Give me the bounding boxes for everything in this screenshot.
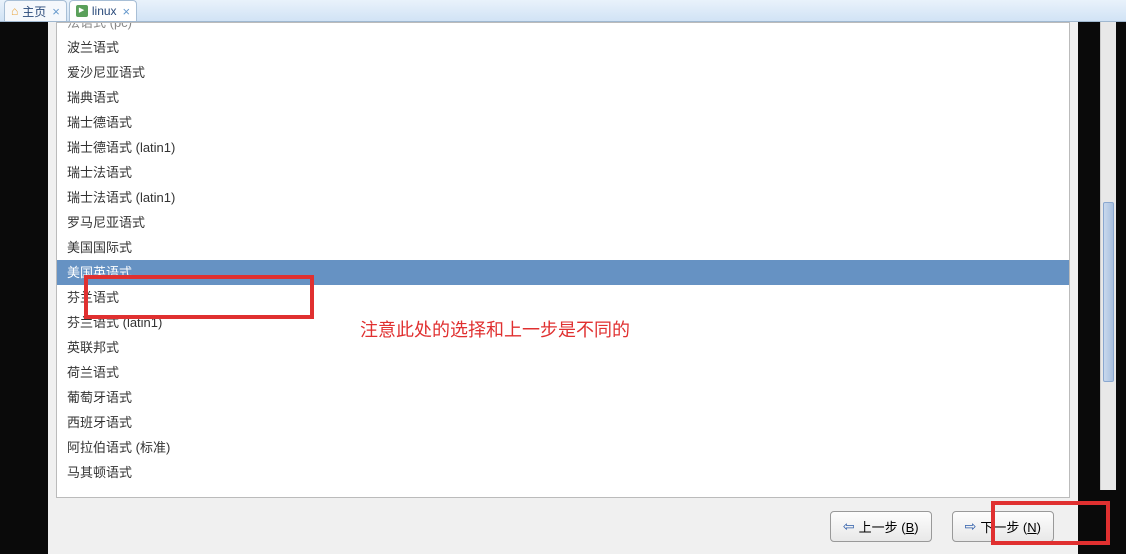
list-item[interactable]: 马其顿语式 (57, 460, 1069, 485)
content-area: 法语式 (pc)波兰语式爱沙尼亚语式瑞典语式瑞士德语式瑞士德语式 (latin1… (0, 22, 1126, 554)
button-bar: ⇦ 上一步 (B) ⇨ 下一步 (N) (48, 498, 1078, 554)
close-icon[interactable]: × (123, 4, 131, 19)
scrollbar-thumb[interactable] (1103, 202, 1114, 382)
home-icon: ⌂ (11, 4, 18, 18)
arrow-left-icon: ⇦ (843, 518, 855, 535)
next-button[interactable]: ⇨ 下一步 (N) (952, 511, 1054, 542)
list-item[interactable]: 荷兰语式 (57, 360, 1069, 385)
tab-home[interactable]: ⌂ 主页 × (4, 0, 67, 21)
arrow-right-icon: ⇨ (965, 518, 977, 535)
dialog: 法语式 (pc)波兰语式爱沙尼亚语式瑞典语式瑞士德语式瑞士德语式 (latin1… (48, 22, 1078, 554)
back-button[interactable]: ⇦ 上一步 (B) (830, 511, 932, 542)
list-item[interactable]: 西班牙语式 (57, 410, 1069, 435)
list-item[interactable]: 瑞士德语式 (latin1) (57, 135, 1069, 160)
list-item[interactable]: 美国英语式 (57, 260, 1069, 285)
list-item[interactable]: 芬兰语式 (57, 285, 1069, 310)
close-icon[interactable]: × (52, 4, 60, 19)
list-item[interactable]: 阿拉伯语式 (标准) (57, 435, 1069, 460)
list-item[interactable]: 爱沙尼亚语式 (57, 60, 1069, 85)
list-item[interactable]: 瑞典语式 (57, 85, 1069, 110)
tab-bar: ⌂ 主页 × linux × (0, 0, 1126, 22)
tab-label: linux (92, 4, 117, 18)
list-item[interactable]: 法语式 (pc) (57, 22, 1069, 35)
list-item[interactable]: 瑞士法语式 (57, 160, 1069, 185)
list-item[interactable]: 瑞士法语式 (latin1) (57, 185, 1069, 210)
tab-label: 主页 (22, 3, 46, 20)
list-item[interactable]: 罗马尼亚语式 (57, 210, 1069, 235)
keyboard-layout-list[interactable]: 法语式 (pc)波兰语式爱沙尼亚语式瑞典语式瑞士德语式瑞士德语式 (latin1… (56, 22, 1070, 498)
annotation-text: 注意此处的选择和上一步是不同的 (360, 316, 630, 342)
vm-icon (76, 5, 88, 17)
tab-linux[interactable]: linux × (69, 0, 137, 21)
list-item[interactable]: 葡萄牙语式 (57, 385, 1069, 410)
list-item[interactable]: 瑞士德语式 (57, 110, 1069, 135)
scrollbar[interactable] (1100, 22, 1116, 490)
list-item[interactable]: 波兰语式 (57, 35, 1069, 60)
list-item[interactable]: 美国国际式 (57, 235, 1069, 260)
